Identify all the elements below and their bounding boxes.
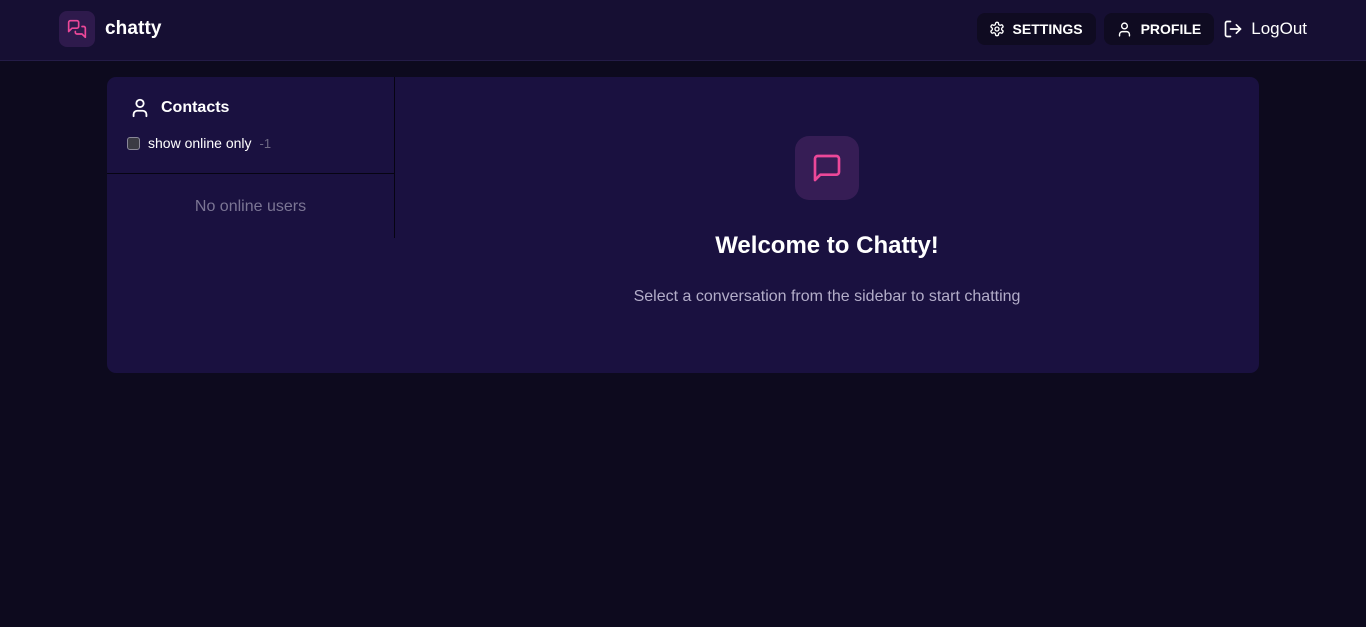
settings-label: SETTINGS bbox=[1012, 21, 1083, 37]
welcome-subtitle: Select a conversation from the sidebar t… bbox=[633, 288, 1021, 305]
gear-icon bbox=[989, 21, 1004, 37]
logout-button[interactable]: LogOut bbox=[1223, 19, 1307, 39]
sidebar-header: Contacts show online only -1 bbox=[107, 77, 394, 174]
settings-button[interactable]: SETTINGS bbox=[976, 13, 1096, 45]
contacts-sidebar: Contacts show online only -1 No online u… bbox=[107, 77, 395, 238]
user-icon bbox=[132, 98, 148, 118]
message-square-icon bbox=[795, 136, 859, 200]
chat-container: Contacts show online only -1 No online u… bbox=[107, 77, 1259, 373]
empty-users-message: No online users bbox=[194, 198, 307, 215]
messages-icon bbox=[59, 11, 95, 47]
profile-button[interactable]: PROFILE bbox=[1103, 13, 1215, 45]
welcome-title: Welcome to Chatty! bbox=[715, 232, 939, 259]
show-online-checkbox[interactable] bbox=[127, 136, 140, 150]
navbar: chatty SETTINGS PROFILE LogOut bbox=[0, 0, 1366, 61]
profile-label: PROFILE bbox=[1140, 21, 1202, 37]
online-count: -1 bbox=[259, 135, 272, 151]
show-online-label[interactable]: show online only bbox=[148, 135, 252, 151]
welcome-panel: Welcome to Chatty! Select a conversation… bbox=[395, 77, 1259, 373]
contacts-heading: Contacts bbox=[129, 97, 394, 119]
contacts-title: Contacts bbox=[161, 99, 230, 116]
brand-link[interactable]: chatty bbox=[59, 11, 162, 47]
user-icon bbox=[1118, 21, 1130, 37]
nav-actions: SETTINGS PROFILE LogOut bbox=[976, 13, 1307, 45]
logout-label: LogOut bbox=[1251, 19, 1307, 38]
app-name: chatty bbox=[105, 18, 162, 39]
online-filter: show online only -1 bbox=[127, 135, 394, 151]
logout-icon bbox=[1224, 20, 1242, 38]
